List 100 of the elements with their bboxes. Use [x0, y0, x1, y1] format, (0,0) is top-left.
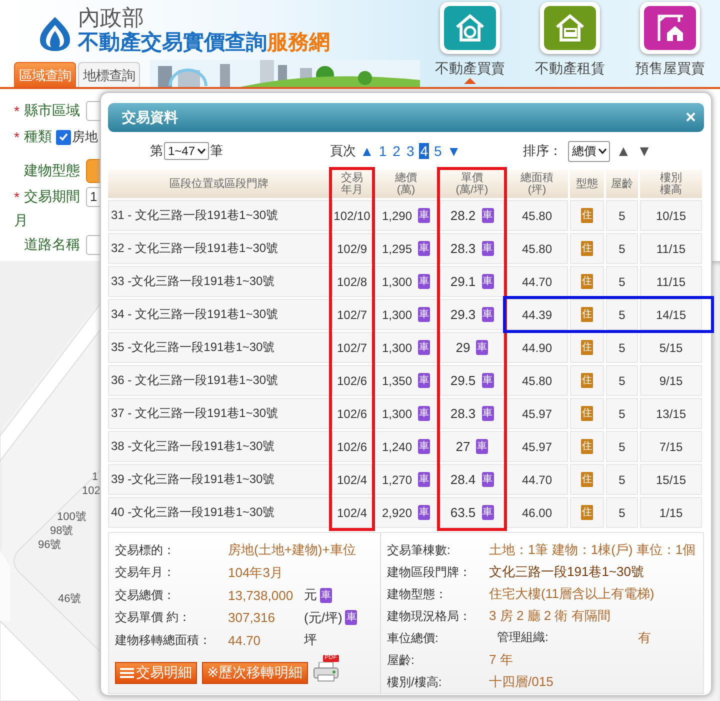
- residential-tag: 住: [581, 373, 593, 388]
- column-header[interactable]: 單價 (萬/坪): [440, 170, 504, 198]
- residential-tag: 住: [581, 307, 593, 322]
- search-tab[interactable]: 地標查詢: [78, 62, 140, 87]
- unit-price: 63.5: [450, 505, 476, 520]
- month-cell: 102/7: [332, 332, 372, 363]
- unit-price: 29.5: [450, 373, 476, 388]
- floor-cell: 11/15: [640, 233, 702, 264]
- unit-price: 28.2: [450, 208, 476, 223]
- total-price: 1,240: [382, 440, 412, 454]
- total-price: 1,300: [382, 308, 412, 322]
- area-cell: 44.70: [506, 464, 568, 495]
- checkbox-label: 房地: [72, 128, 98, 146]
- residential-tag: 住: [581, 208, 593, 223]
- range-select[interactable]: 1~47: [164, 142, 210, 160]
- detail-label: 管理組織:: [497, 629, 548, 646]
- unit-price: 28.3: [450, 406, 476, 421]
- address-cell: 34 - 文化三路一段191巷1~30號: [108, 299, 330, 330]
- address-cell: 39 -文化三路一段191巷1~30號: [108, 464, 330, 495]
- address-cell: 31 - 文化三路一段191巷1~30號: [108, 200, 330, 231]
- area-cell: 45.80: [506, 200, 568, 231]
- parking-tag: 車: [418, 307, 430, 322]
- column-header[interactable]: 總面積 (坪): [506, 170, 568, 198]
- search-tab[interactable]: 區域查詢: [14, 62, 76, 87]
- house-coin-icon: [453, 13, 487, 43]
- parking-tag: 車: [418, 274, 430, 289]
- category-button[interactable]: 預售屋買賣: [620, 0, 720, 87]
- column-header[interactable]: 總價 (萬): [374, 170, 438, 198]
- total-price: 1,350: [382, 374, 412, 388]
- map-label: 102: [82, 485, 100, 497]
- total-price: 1,300: [382, 340, 412, 354]
- address-cell: 40 -文化三路一段191巷1~30號: [108, 497, 330, 528]
- parking-tag: 車: [482, 373, 494, 388]
- detail-value: 44.70: [228, 632, 262, 648]
- address-cell: 35 -文化三路一段191巷1~30號: [108, 332, 330, 363]
- page-link[interactable]: 4: [419, 143, 430, 159]
- area-cell: 45.97: [506, 398, 568, 429]
- detail-label: 建物現況格局：: [387, 608, 472, 624]
- column-header[interactable]: 樓別 樓高: [640, 170, 702, 198]
- site-title: 不動產交易實價查詢服務網: [78, 30, 330, 56]
- residential-tag: 住: [581, 241, 593, 256]
- detail-label: 車位總價:: [387, 630, 440, 646]
- required-mark: *: [14, 129, 20, 145]
- age-cell: 5: [606, 299, 638, 330]
- detail-button[interactable]: 交易明細: [115, 662, 197, 684]
- residential-tag: 住: [581, 274, 593, 289]
- column-header[interactable]: 交易 年月: [332, 170, 372, 198]
- field-label: 交易期間: [24, 188, 81, 206]
- detail-value: 住宅大樓(11層含以上有電梯): [489, 585, 654, 603]
- age-cell: 5: [606, 200, 638, 231]
- age-cell: 5: [606, 266, 638, 297]
- printer-icon: [312, 662, 339, 682]
- detail-unit: 坪: [304, 631, 317, 650]
- area-cell: 45.80: [506, 365, 568, 396]
- floor-cell: 14/15: [640, 299, 702, 330]
- total-price: 1,270: [382, 472, 412, 486]
- month-cell: 102/10: [332, 200, 372, 231]
- floor-cell: 10/15: [640, 200, 702, 231]
- detail-label: 建物移轉總面積：: [115, 632, 212, 649]
- detail-label: 交易標的：: [115, 542, 176, 559]
- pager-label: 頁次: [330, 142, 356, 160]
- detail-label: 建物型態：: [387, 586, 448, 602]
- detail-label: 交易筆棟數:: [387, 542, 452, 558]
- page-link[interactable]: 5: [433, 143, 443, 159]
- range-prefix: 第: [150, 142, 163, 160]
- sort-ascending-button[interactable]: ▲: [616, 142, 631, 160]
- detail-value: 3 房 2 廳 2 衛 有隔間: [489, 607, 610, 625]
- map-label: 46號: [58, 592, 82, 606]
- detail-value: 文化三路一段191巷1~30號: [489, 563, 644, 581]
- floor-cell: 13/15: [640, 398, 702, 429]
- page-link[interactable]: 1: [378, 143, 388, 159]
- category-button[interactable]: 不動產租賃: [520, 0, 620, 87]
- checkbox[interactable]: [56, 130, 71, 144]
- column-header[interactable]: 區段位置或區段門牌: [108, 170, 330, 198]
- sort-descending-button[interactable]: ▼: [636, 142, 652, 160]
- detail-unit: 元: [304, 586, 317, 604]
- month-cell: 102/9: [332, 233, 372, 264]
- detail-label: 屋齡:: [387, 652, 416, 668]
- area-cell: 45.97: [506, 431, 568, 462]
- previous-page-button[interactable]: ▲: [360, 143, 374, 159]
- detail-label: 交易總價：: [115, 586, 176, 604]
- menu-icon: [120, 666, 134, 678]
- sort-select[interactable]: 總價: [568, 140, 610, 162]
- close-button[interactable]: ×: [685, 107, 696, 128]
- parking-tag: 車: [482, 472, 494, 487]
- unit-price: 29.3: [450, 307, 476, 322]
- parking-tag: 車: [418, 241, 430, 256]
- column-header[interactable]: 型態: [570, 170, 604, 198]
- page-link[interactable]: 3: [405, 143, 416, 159]
- column-header[interactable]: 屋齡: [606, 170, 638, 198]
- area-cell: 45.80: [506, 233, 568, 264]
- category-button[interactable]: 不動產買賣: [420, 0, 520, 87]
- detail-value: 十四層/015: [489, 673, 554, 691]
- detail-button[interactable]: ※歷次移轉明細: [202, 662, 308, 684]
- next-page-button[interactable]: ▼: [446, 143, 461, 159]
- parking-tag: 車: [482, 406, 494, 421]
- parking-tag: 車: [482, 274, 494, 289]
- page-link[interactable]: 2: [392, 143, 402, 159]
- range-suffix: 筆: [210, 142, 224, 160]
- unit-price: 29.1: [450, 274, 476, 289]
